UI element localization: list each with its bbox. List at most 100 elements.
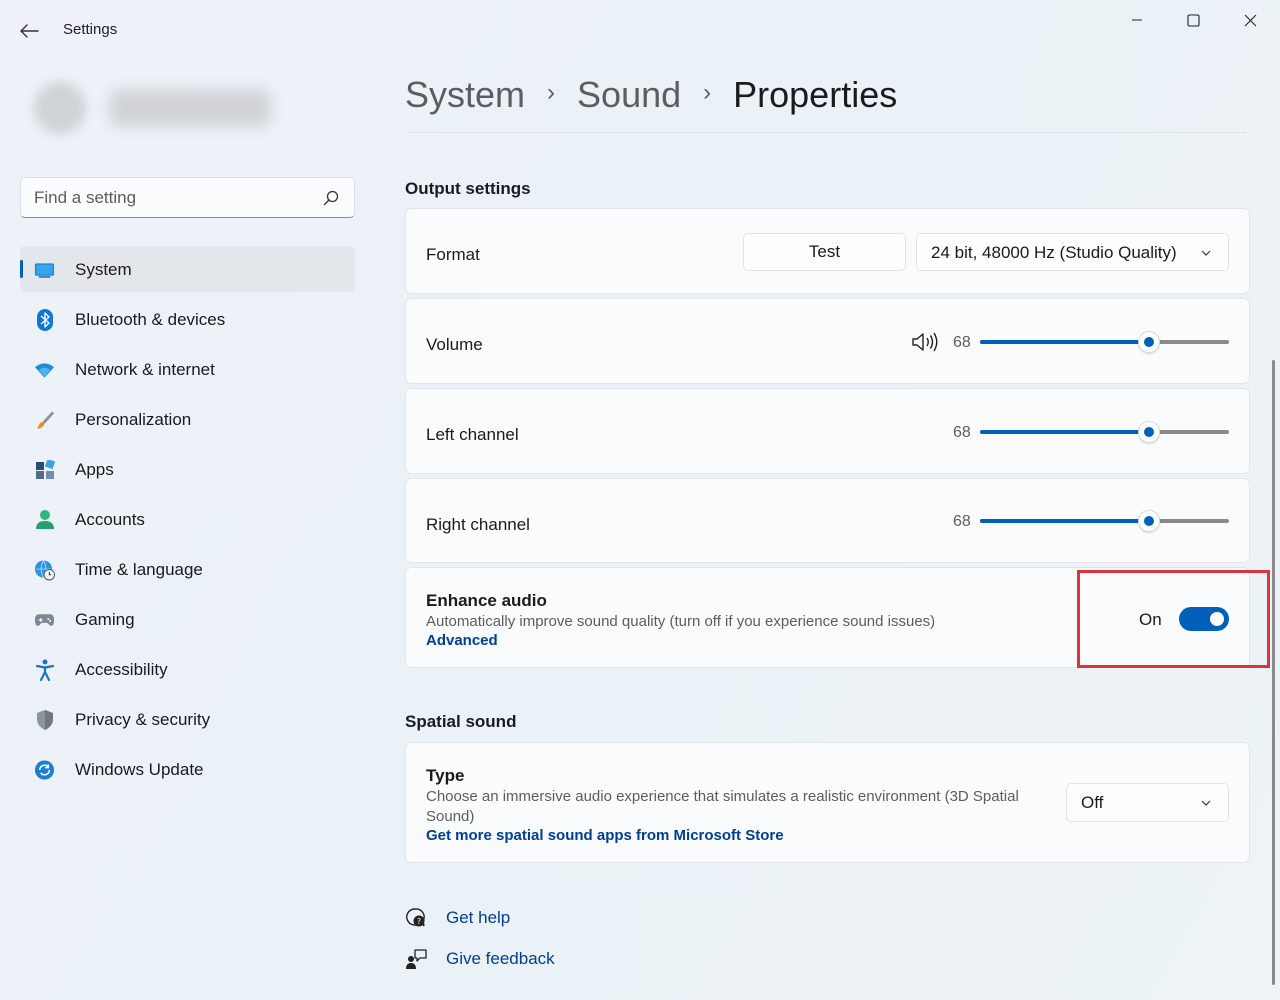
sidebar-item-label: Accounts xyxy=(75,510,145,529)
avatar xyxy=(34,82,86,134)
breadcrumb-separator: › xyxy=(547,79,556,106)
slider-thumb[interactable] xyxy=(1138,421,1160,443)
sidebar-item-windows-update[interactable]: Windows Update xyxy=(20,746,355,792)
slider-fill xyxy=(980,519,1149,523)
maximize-button[interactable] xyxy=(1170,8,1216,32)
back-button[interactable] xyxy=(18,20,42,42)
volume-slider[interactable] xyxy=(980,331,1229,353)
right-channel-card: Right channel 68 xyxy=(405,478,1250,563)
sidebar-item-label: Apps xyxy=(75,460,114,479)
breadcrumb: System › Sound › Properties xyxy=(405,72,897,118)
sidebar-item-accessibility[interactable]: Accessibility xyxy=(20,646,355,692)
left-channel-label: Left channel xyxy=(426,425,519,444)
person-icon xyxy=(34,509,55,530)
globe-clock-icon xyxy=(34,559,55,580)
spatial-store-link[interactable]: Get more spatial sound apps from Microso… xyxy=(426,827,784,844)
format-dropdown[interactable]: 24 bit, 48000 Hz (Studio Quality) xyxy=(916,233,1229,271)
format-card: Format Test 24 bit, 48000 Hz (Studio Qua… xyxy=(405,208,1250,294)
slider-fill xyxy=(980,340,1149,344)
minimize-icon xyxy=(1132,19,1142,21)
sidebar-item-label: Accessibility xyxy=(75,660,168,679)
spatial-type-dropdown[interactable]: Off xyxy=(1066,783,1229,822)
page-title: Properties xyxy=(733,74,898,115)
close-button[interactable] xyxy=(1227,8,1273,32)
left-channel-slider[interactable] xyxy=(980,421,1229,443)
app-title: Settings xyxy=(63,21,118,38)
gamepad-icon xyxy=(34,609,55,630)
apps-icon xyxy=(34,459,55,480)
sidebar-item-apps[interactable]: Apps xyxy=(20,446,355,492)
scrollbar[interactable] xyxy=(1272,360,1275,985)
breadcrumb-separator: › xyxy=(703,79,712,106)
sidebar-item-label: Gaming xyxy=(75,610,135,629)
get-help-row[interactable]: ? Get help xyxy=(405,906,510,930)
left-channel-card: Left channel 68 xyxy=(405,388,1250,474)
user-profile[interactable] xyxy=(10,62,300,158)
help-chat-icon: ? xyxy=(406,908,425,927)
chevron-down-icon xyxy=(1201,250,1211,256)
left-channel-value: 68 xyxy=(953,424,971,441)
close-icon xyxy=(1244,14,1256,26)
spatial-type-card: Type Choose an immersive audio experienc… xyxy=(405,742,1250,863)
output-settings-heading: Output settings xyxy=(405,179,531,198)
breadcrumb-sound[interactable]: Sound xyxy=(577,74,681,116)
format-dropdown-value: 24 bit, 48000 Hz (Studio Quality) xyxy=(931,243,1177,262)
test-button[interactable]: Test xyxy=(743,233,906,271)
slider-thumb[interactable] xyxy=(1138,510,1160,532)
sidebar-item-personalization[interactable]: Personalization xyxy=(20,396,355,442)
chevron-down-icon xyxy=(1201,800,1211,806)
svg-text:?: ? xyxy=(417,917,421,926)
update-icon xyxy=(34,759,55,780)
sidebar-nav: System Bluetooth & devices Network & int… xyxy=(20,246,355,796)
give-feedback-link[interactable]: Give feedback xyxy=(446,949,555,969)
sidebar-item-system[interactable]: System xyxy=(20,246,355,292)
highlight-box xyxy=(1077,570,1270,668)
sidebar-item-bluetooth[interactable]: Bluetooth & devices xyxy=(20,296,355,342)
sidebar-item-gaming[interactable]: Gaming xyxy=(20,596,355,642)
divider xyxy=(405,132,1247,133)
spatial-type-description: Choose an immersive audio experience tha… xyxy=(426,788,1019,825)
sidebar-item-label: Personalization xyxy=(75,410,192,429)
sidebar-item-network[interactable]: Network & internet xyxy=(20,346,355,392)
breadcrumb-system[interactable]: System xyxy=(405,74,525,116)
volume-value: 68 xyxy=(953,334,971,351)
spatial-type-title: Type xyxy=(426,766,465,785)
sidebar-item-label: Windows Update xyxy=(75,760,204,779)
sidebar-item-label: System xyxy=(75,260,132,279)
feedback-icon xyxy=(406,949,427,969)
maximize-icon xyxy=(1186,13,1200,27)
enhance-audio-description: Automatically improve sound quality (tur… xyxy=(426,613,936,630)
accessibility-icon xyxy=(34,659,55,681)
search-icon[interactable] xyxy=(322,189,340,207)
back-arrow-icon xyxy=(20,24,39,38)
sidebar-item-privacy[interactable]: Privacy & security xyxy=(20,696,355,742)
enhance-audio-title: Enhance audio xyxy=(426,591,547,610)
right-channel-slider[interactable] xyxy=(980,510,1229,532)
sidebar-item-label: Time & language xyxy=(75,560,203,579)
bluetooth-icon xyxy=(34,308,55,331)
right-channel-label: Right channel xyxy=(426,515,530,534)
minimize-button[interactable] xyxy=(1114,8,1160,32)
brush-icon xyxy=(34,409,55,430)
sidebar-item-label: Privacy & security xyxy=(75,710,211,729)
search-input[interactable] xyxy=(34,187,314,209)
shield-icon xyxy=(34,709,55,730)
volume-card: Volume 68 xyxy=(405,298,1250,384)
wifi-icon xyxy=(34,359,55,380)
title-bar: Settings xyxy=(0,0,1280,60)
sidebar-item-label: Network & internet xyxy=(75,360,215,379)
speaker-icon[interactable] xyxy=(911,331,939,353)
right-channel-value: 68 xyxy=(953,513,971,530)
give-feedback-row[interactable]: Give feedback xyxy=(405,947,555,971)
search-box[interactable] xyxy=(20,177,355,218)
sidebar-item-accounts[interactable]: Accounts xyxy=(20,496,355,542)
sidebar-item-time-language[interactable]: Time & language xyxy=(20,546,355,592)
sidebar-item-label: Bluetooth & devices xyxy=(75,310,226,329)
advanced-link[interactable]: Advanced xyxy=(426,632,498,649)
slider-thumb[interactable] xyxy=(1138,331,1160,353)
get-help-link[interactable]: Get help xyxy=(446,908,510,928)
user-name-blurred xyxy=(110,90,270,126)
slider-fill xyxy=(980,430,1149,434)
format-label: Format xyxy=(426,245,480,264)
spatial-type-dropdown-value: Off xyxy=(1081,793,1104,812)
